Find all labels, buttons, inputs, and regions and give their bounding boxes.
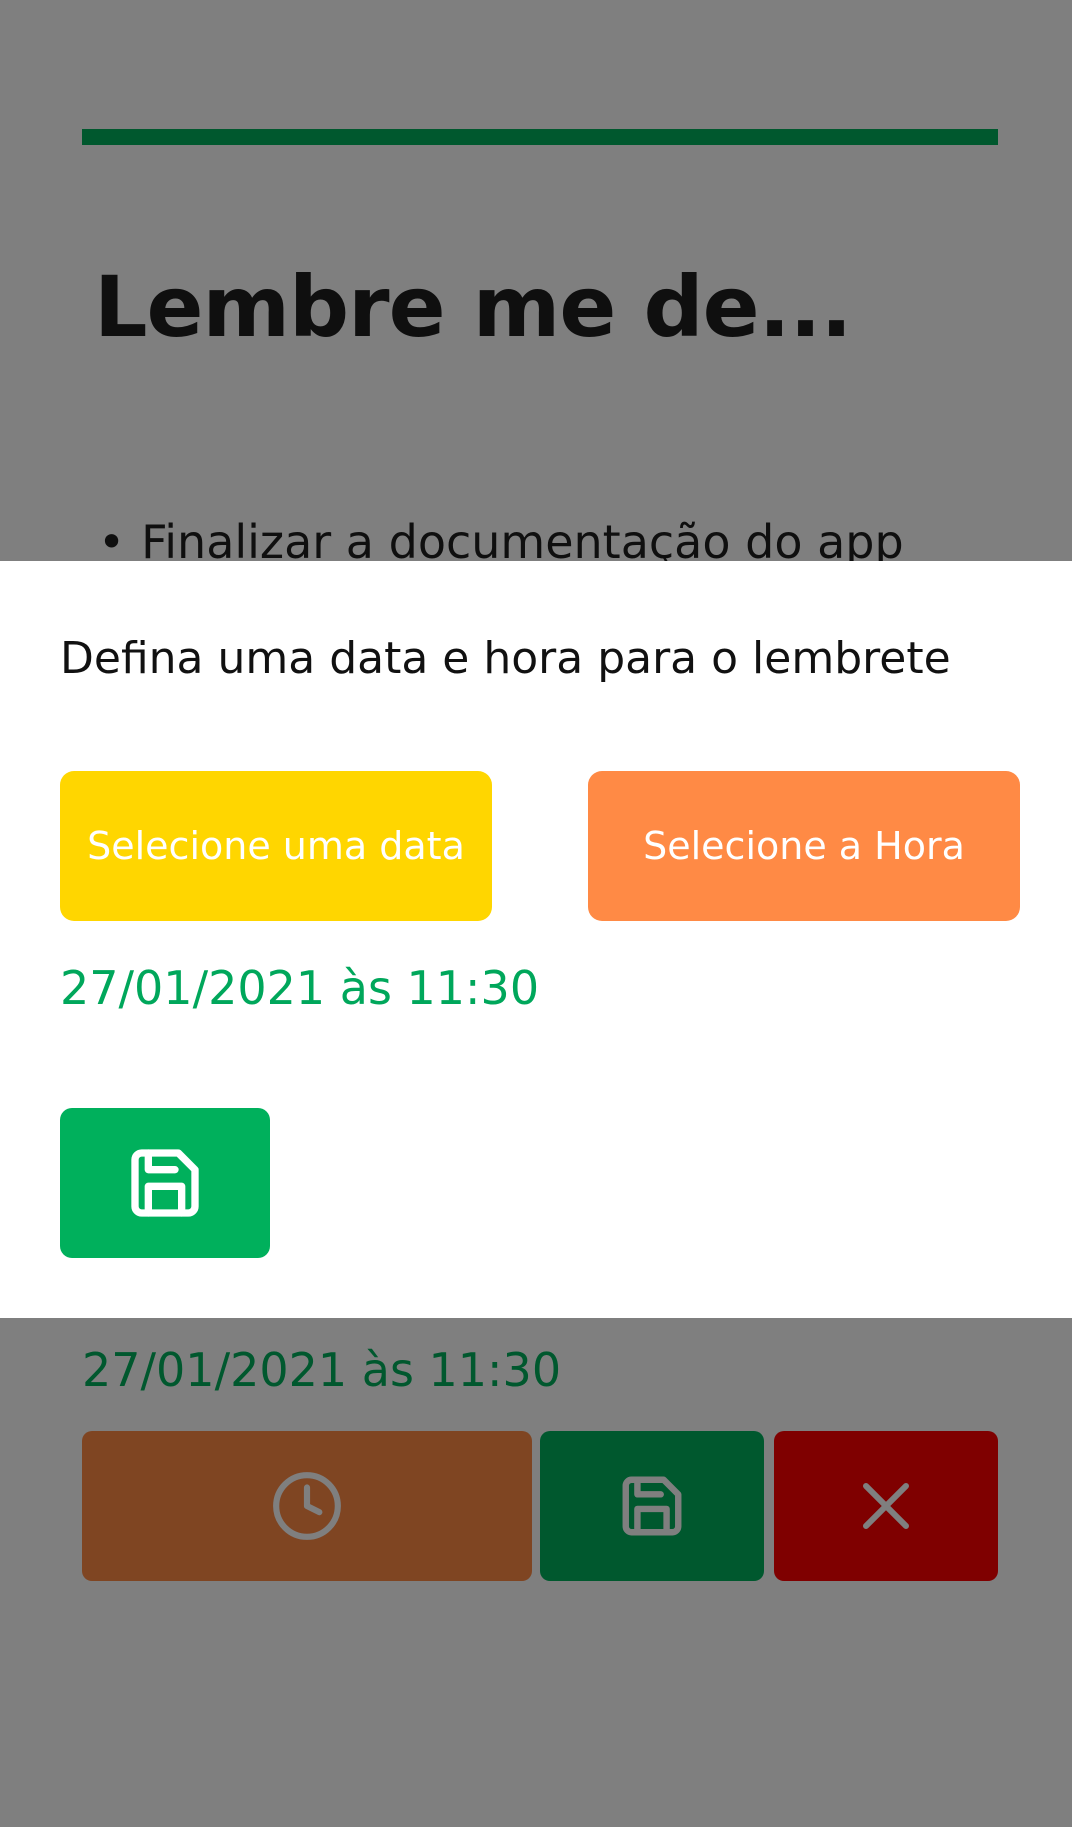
save-button[interactable] [60, 1108, 270, 1258]
dialog-prompt: Defina uma data e hora para o lembrete [60, 633, 951, 684]
select-date-label: Selecione uma data [87, 824, 465, 868]
select-time-button[interactable]: Selecione a Hora [588, 771, 1020, 921]
datetime-dialog: Defina uma data e hora para o lembrete S… [0, 561, 1072, 1318]
select-time-label: Selecione a Hora [643, 824, 965, 868]
select-date-button[interactable]: Selecione uma data [60, 771, 492, 921]
selected-datetime: 27/01/2021 às 11:30 [60, 961, 540, 1015]
floppy-disk-icon [125, 1143, 205, 1223]
